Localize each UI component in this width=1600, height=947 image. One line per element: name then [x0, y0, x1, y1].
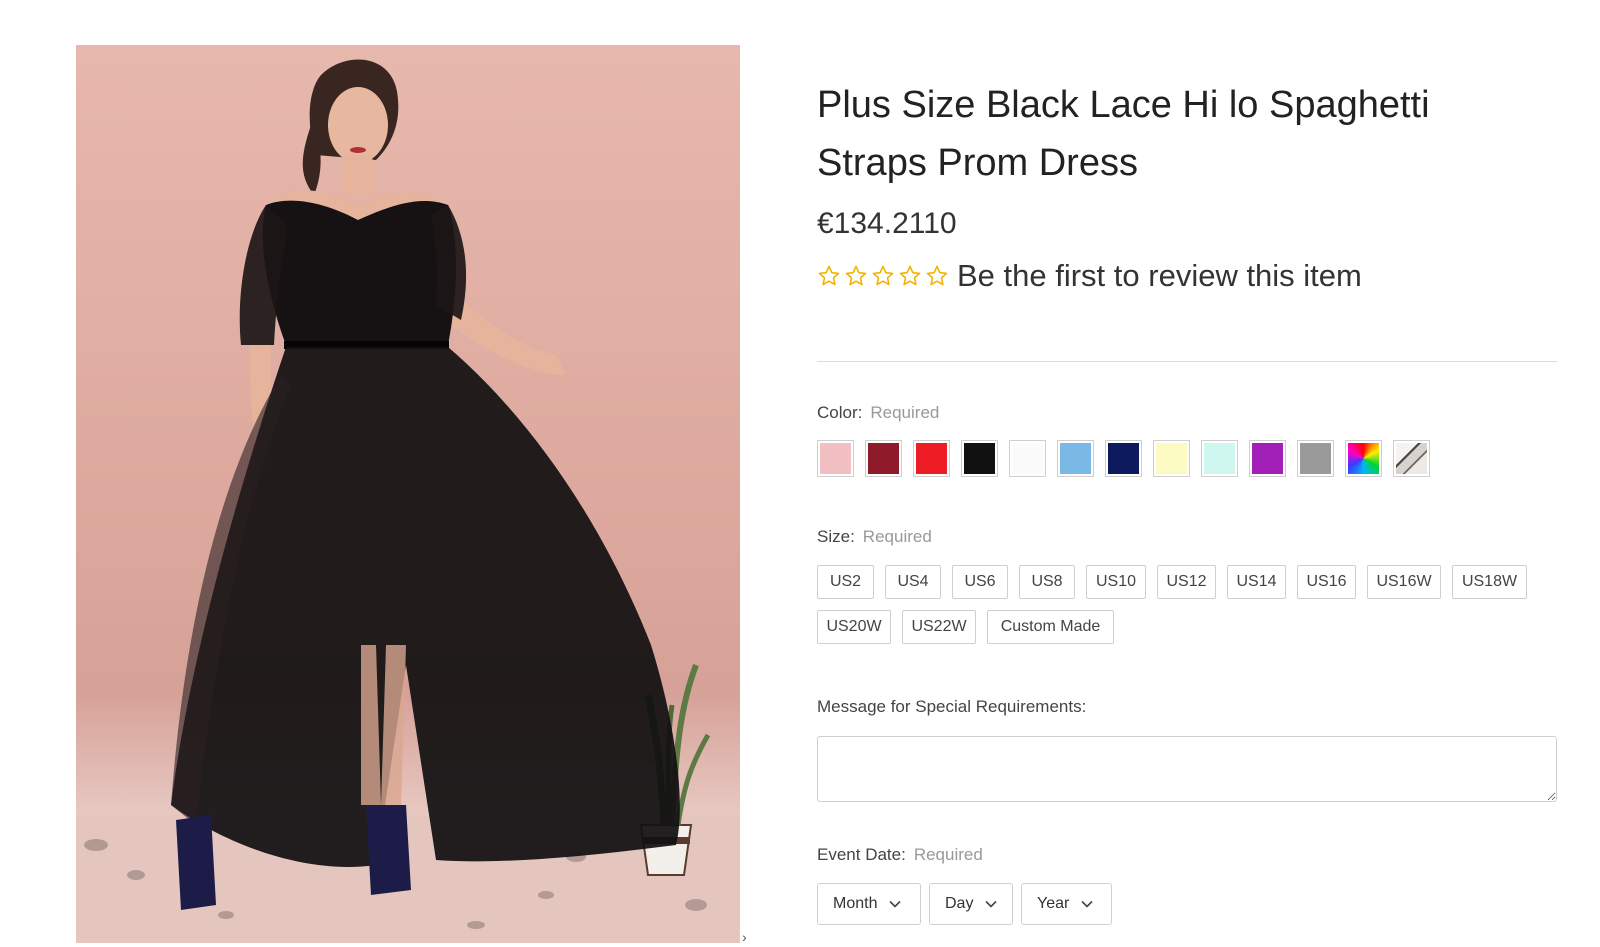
size-option[interactable]: US16: [1297, 565, 1356, 599]
divider: [817, 361, 1557, 362]
swatch-fill: [1252, 443, 1283, 474]
swatch-mint[interactable]: [1201, 440, 1238, 477]
swatch-fill: [1108, 443, 1139, 474]
size-option[interactable]: US14: [1227, 565, 1286, 599]
required-hint: Required: [870, 403, 940, 422]
size-option-custom[interactable]: Custom Made: [987, 610, 1114, 644]
chevron-down-icon: [889, 895, 902, 913]
swatch-fill: [1156, 443, 1187, 474]
size-option[interactable]: US12: [1157, 565, 1216, 599]
swatch-light-blue[interactable]: [1057, 440, 1094, 477]
size-option[interactable]: US22W: [902, 610, 976, 644]
month-select[interactable]: Month: [817, 883, 921, 925]
size-label-text: Size:: [817, 527, 855, 546]
swatch-pink[interactable]: [817, 440, 854, 477]
star-icon[interactable]: [898, 264, 922, 288]
swatch-red[interactable]: [913, 440, 950, 477]
required-hint: Required: [913, 845, 983, 864]
product-title: Plus Size Black Lace Hi lo Spaghetti Str…: [817, 84, 1430, 184]
swatch-light-yellow[interactable]: [1153, 440, 1190, 477]
size-option[interactable]: US10: [1086, 565, 1146, 599]
month-select-value: Month: [833, 895, 878, 912]
dress-illustration: [76, 59, 740, 943]
size-option[interactable]: US20W: [817, 610, 891, 644]
year-select-value: Year: [1037, 895, 1070, 912]
day-select-value: Day: [945, 895, 974, 912]
size-label: Size: Required: [817, 527, 932, 547]
message-label: Message for Special Requirements:: [817, 697, 1087, 716]
size-option[interactable]: US8: [1019, 565, 1075, 599]
event-date-selects: Month Day Year: [817, 883, 1112, 925]
size-option[interactable]: US4: [885, 565, 941, 599]
special-requirements-textarea[interactable]: [817, 736, 1557, 802]
swatch-fill: [1060, 443, 1091, 474]
size-option[interactable]: US6: [952, 565, 1008, 599]
size-option[interactable]: US16W: [1367, 565, 1441, 599]
swatch-fill: [916, 443, 947, 474]
star-icon[interactable]: [871, 264, 895, 288]
swatch-fill: [1300, 443, 1331, 474]
product-price: €134.2110: [817, 207, 957, 240]
year-select[interactable]: Year: [1021, 883, 1112, 925]
swatch-fill: [868, 443, 899, 474]
swatch-white[interactable]: [1009, 440, 1046, 477]
color-swatches: [817, 440, 1430, 477]
required-hint: Required: [862, 527, 932, 546]
swatch-fill: [820, 443, 851, 474]
star-icon[interactable]: [817, 264, 841, 288]
color-label: Color: Required: [817, 403, 939, 423]
rating-row: Be the first to review this item: [817, 258, 1362, 294]
size-option[interactable]: US18W: [1452, 565, 1527, 599]
swatch-black[interactable]: [961, 440, 998, 477]
color-label-text: Color:: [817, 403, 863, 422]
chevron-down-icon: [1081, 895, 1093, 913]
swatch-burgundy[interactable]: [865, 440, 902, 477]
size-options: US2 US4 US6 US8 US10 US12 US14 US16 US16…: [817, 565, 1557, 644]
swatch-fill: [1348, 443, 1379, 474]
swatch-purple[interactable]: [1249, 440, 1286, 477]
review-link[interactable]: Be the first to review this item: [957, 258, 1362, 294]
event-date-label-text: Event Date:: [817, 845, 906, 864]
size-option[interactable]: US2: [817, 565, 874, 599]
star-icon[interactable]: [844, 264, 868, 288]
swatch-fill: [1204, 443, 1235, 474]
chevron-right-icon[interactable]: ›: [742, 930, 752, 944]
swatch-multicolor[interactable]: [1345, 440, 1382, 477]
rating-stars[interactable]: [817, 264, 949, 288]
swatch-gray[interactable]: [1297, 440, 1334, 477]
day-select[interactable]: Day: [929, 883, 1013, 925]
swatch-fill: [1396, 443, 1427, 474]
swatch-fill: [1012, 443, 1043, 474]
swatch-pattern[interactable]: [1393, 440, 1430, 477]
swatch-navy[interactable]: [1105, 440, 1142, 477]
swatch-fill: [964, 443, 995, 474]
product-page: › Plus Size Black Lace Hi lo Spaghetti S…: [0, 0, 1600, 947]
product-image[interactable]: [76, 45, 740, 943]
chevron-down-icon: [985, 895, 998, 913]
star-icon[interactable]: [925, 264, 949, 288]
event-date-label: Event Date: Required: [817, 845, 983, 865]
